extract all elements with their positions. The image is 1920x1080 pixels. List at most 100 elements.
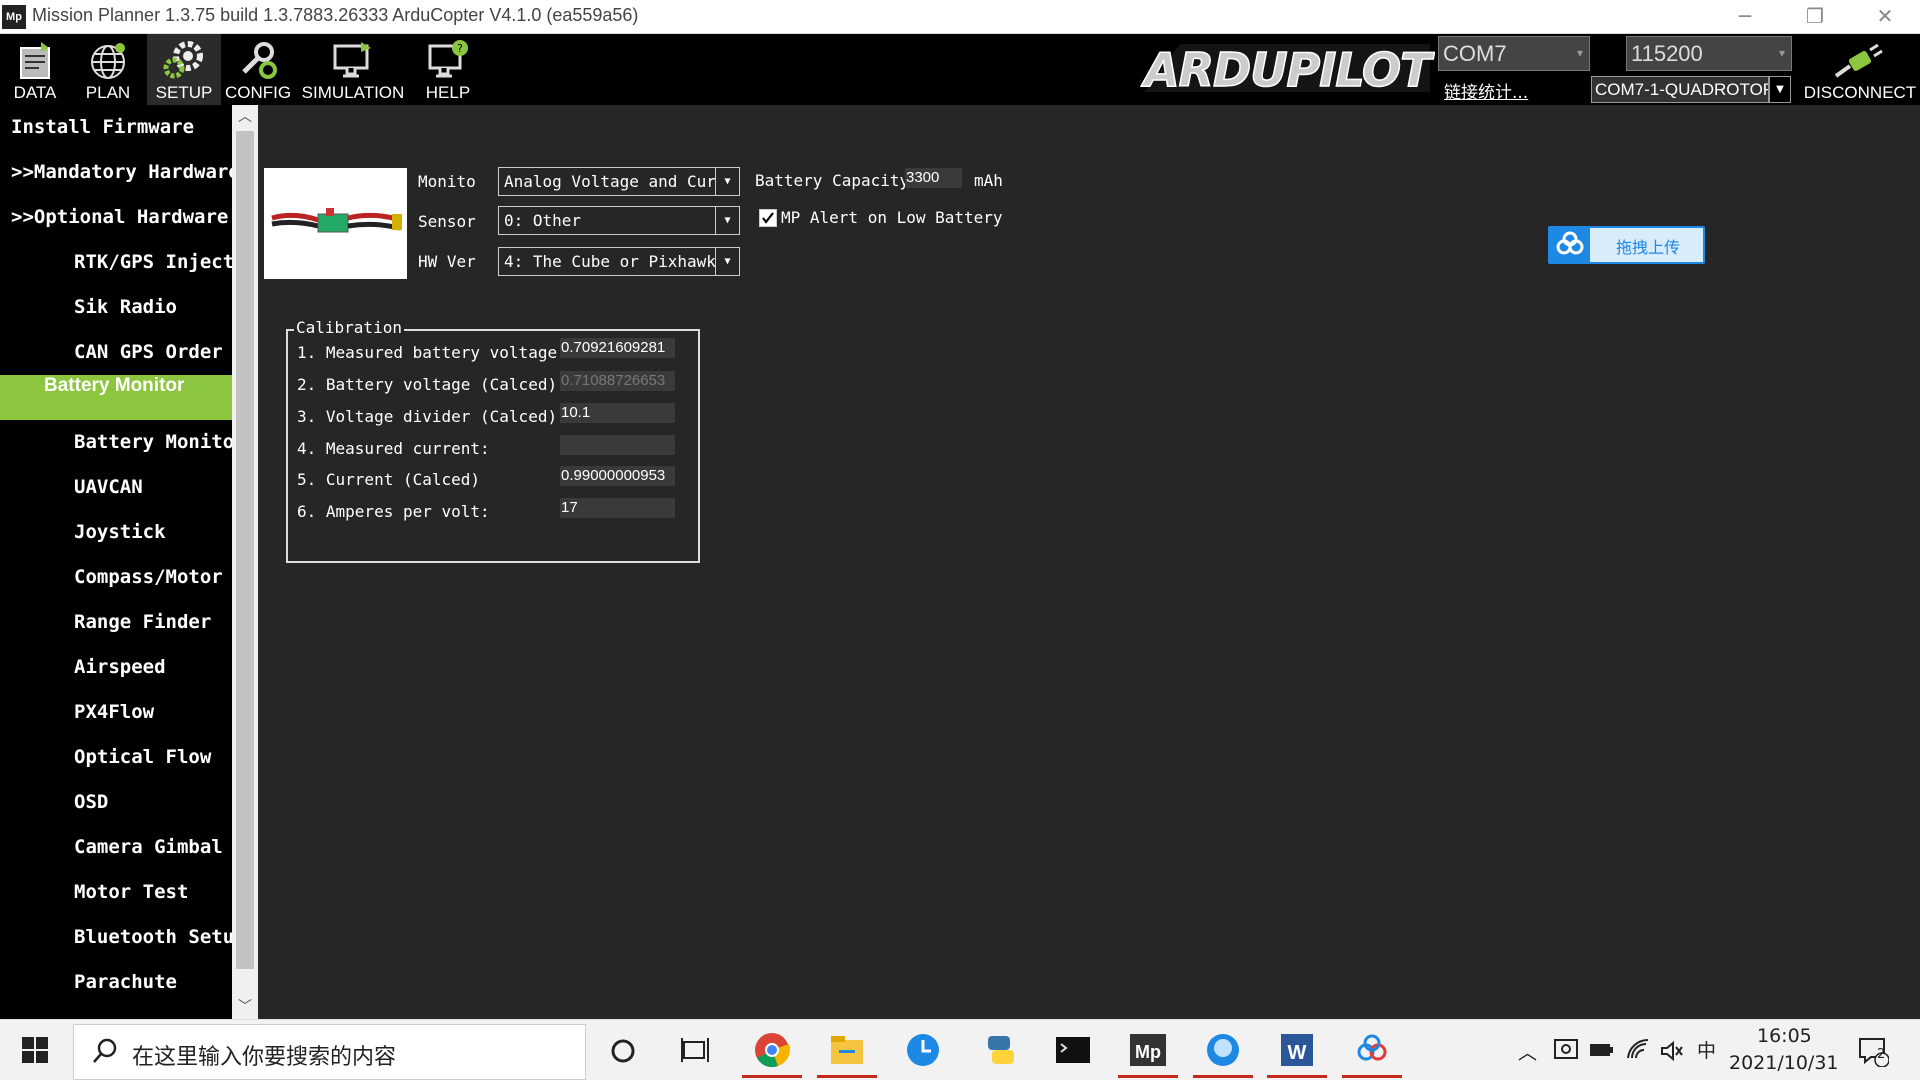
chevron-down-icon: ▼ <box>715 168 739 195</box>
toolbar-simulation[interactable]: SIMULATION <box>300 34 406 105</box>
voltage-divider-input[interactable]: 10.1 <box>560 403 675 423</box>
hw-ver-select[interactable]: 4: The Cube or Pixhawk ▼ <box>498 247 740 276</box>
scroll-up-icon[interactable]: ︿ <box>232 105 258 129</box>
sidebar-item-camera-gimbal[interactable]: Camera Gimbal <box>0 825 232 870</box>
terminal-icon[interactable] <box>1053 1030 1093 1070</box>
sidebar-item-joystick[interactable]: Joystick <box>0 510 232 555</box>
mission-planner-icon[interactable]: Mp <box>1128 1030 1168 1070</box>
current-calced-input[interactable]: 0.99000000953 <box>560 466 675 486</box>
battery-icon[interactable] <box>1589 1041 1615 1059</box>
word-icon[interactable]: W <box>1277 1030 1317 1070</box>
battery-monitor-image <box>264 168 407 279</box>
sidebar-item-px4flow[interactable]: PX4Flow <box>0 690 232 735</box>
show-hidden-icons[interactable]: ︿ <box>1518 1038 1537 1065</box>
chrome-icon[interactable] <box>752 1030 792 1070</box>
sidebar-item-mandatory-hardware[interactable]: >>Mandatory Hardware <box>0 150 232 195</box>
sidebar-item-optional-hardware[interactable]: >>Optional Hardware <box>0 195 232 240</box>
task-view-icon[interactable] <box>680 1036 710 1064</box>
upload-button[interactable]: 拖拽上传 <box>1548 226 1705 264</box>
sidebar-item-battery-monitor[interactable]: Battery Monitor <box>0 375 232 420</box>
sidebar-item-optical-flow[interactable]: Optical Flow <box>0 735 232 780</box>
amperes-per-volt-label: 6. Amperes per volt: <box>297 502 490 521</box>
measured-battery-voltage-input[interactable]: 0.70921609281 <box>560 338 675 358</box>
chat-app-icon[interactable] <box>1203 1030 1243 1070</box>
port-select[interactable]: COM7 ▾ <box>1438 36 1590 71</box>
toolbar-help[interactable]: ? HELP <box>414 34 482 105</box>
measured-current-input[interactable] <box>560 435 675 455</box>
app-running-indicator <box>742 1075 802 1078</box>
file-explorer-icon[interactable] <box>827 1030 867 1070</box>
calibration-title: Calibration <box>294 318 404 337</box>
volume-muted-icon[interactable] <box>1660 1040 1684 1062</box>
wifi-icon[interactable] <box>1626 1038 1650 1062</box>
sidebar-item-can-gps-order[interactable]: CAN GPS Order <box>0 330 232 375</box>
plan-globe-icon <box>91 43 125 79</box>
disconnect-button[interactable]: DISCONNECT <box>1800 34 1920 105</box>
sidebar-item-rtk-gps-inject[interactable]: RTK/GPS Inject <box>0 240 232 285</box>
toolbar-data[interactable]: DATA <box>0 34 70 105</box>
sidebar-item-uavcan[interactable]: UAVCAN <box>0 465 232 510</box>
clock-app-icon[interactable] <box>903 1030 943 1070</box>
sidebar-item-bluetooth-setup[interactable]: Bluetooth Setup <box>0 915 232 960</box>
amperes-per-volt-input[interactable]: 17 <box>560 498 675 518</box>
sensor-label: Sensor <box>418 212 476 231</box>
scroll-thumb[interactable] <box>236 131 254 969</box>
window-title: Mission Planner 1.3.75 build 1.3.7883.26… <box>32 5 639 25</box>
sensor-select[interactable]: 0: Other ▼ <box>498 206 740 235</box>
measured-current-label: 4. Measured current: <box>297 439 490 458</box>
help-icon: ? <box>428 40 468 78</box>
input-method-indicator[interactable]: 中 <box>1697 1036 1716 1063</box>
svg-text:ARDUPILOT: ARDUPILOT <box>1141 43 1435 96</box>
close-button[interactable]: ✕ <box>1850 0 1920 34</box>
battery-voltage-calced-label: 2. Battery voltage (Calced): <box>297 375 567 394</box>
low-battery-alert-label: MP Alert on Low Battery <box>781 208 1003 227</box>
clock-time[interactable]: 16:05 <box>1757 1025 1812 1047</box>
setup-gear-icon <box>163 41 203 79</box>
chevron-down-icon[interactable]: ▼ <box>1769 76 1791 103</box>
app-icon: Mp <box>2 5 26 29</box>
monitor-select[interactable]: Analog Voltage and Curr ▼ <box>498 167 740 196</box>
cortana-icon[interactable] <box>610 1038 636 1064</box>
vehicle-profile-select[interactable]: COM7-1-QUADROTOR <box>1591 76 1769 103</box>
hw-ver-label: HW Ver <box>418 252 476 271</box>
check-icon <box>762 212 774 224</box>
chevron-down-icon: ▾ <box>1778 46 1785 60</box>
minimize-button[interactable]: ─ <box>1710 0 1780 34</box>
sidebar-item-airspeed[interactable]: Airspeed <box>0 645 232 690</box>
network-drive-icon[interactable] <box>1553 1038 1579 1062</box>
link-stats-link[interactable]: 链接统计... <box>1444 78 1528 103</box>
sidebar-scrollbar[interactable]: ︿ ﹀ <box>232 105 258 1019</box>
clock-date[interactable]: 2021/10/31 <box>1729 1052 1839 1074</box>
scroll-down-icon[interactable]: ﹀ <box>232 995 258 1019</box>
windows-start-icon[interactable] <box>22 1037 48 1063</box>
sidebar-item-range-finder[interactable]: Range Finder <box>0 600 232 645</box>
cloud-upload-icon <box>1550 228 1590 262</box>
sidebar-item-compass-motor[interactable]: Compass/Motor Calib <box>0 555 232 600</box>
voltage-divider-label: 3. Voltage divider (Calced): <box>297 407 567 426</box>
restore-button[interactable]: ❐ <box>1780 0 1850 34</box>
upload-label: 拖拽上传 <box>1616 238 1681 257</box>
sidebar-item-parachute[interactable]: Parachute <box>0 960 232 1005</box>
toolbar-config[interactable]: CONFIG <box>223 34 293 105</box>
sidebar-item-sik-radio[interactable]: Sik Radio <box>0 285 232 330</box>
battery-capacity-input[interactable]: 3300 <box>905 168 962 188</box>
sidebar-item-osd[interactable]: OSD <box>0 780 232 825</box>
baud-select[interactable]: 115200 ▾ <box>1626 36 1792 71</box>
low-battery-alert-checkbox[interactable] <box>759 209 777 227</box>
sidebar-item-esp8266-setup[interactable]: ESP8266 Setup <box>0 1005 232 1019</box>
app-running-indicator <box>1342 1075 1402 1078</box>
sidebar-item-motor-test[interactable]: Motor Test <box>0 870 232 915</box>
sidebar-item-battery-monitor-2[interactable]: Battery Monitor 2 <box>0 420 232 465</box>
python-icon[interactable] <box>980 1030 1020 1070</box>
current-calced-label: 5. Current (Calced) <box>297 470 481 489</box>
chevron-down-icon: ▾ <box>1576 46 1583 60</box>
svg-text:?: ? <box>457 42 463 55</box>
chevron-down-icon: ▼ <box>715 248 739 275</box>
battery-voltage-calced-input: 0.71088726653 <box>560 371 675 391</box>
sidebar-item-install-firmware[interactable]: Install Firmware <box>0 105 232 150</box>
toolbar-setup[interactable]: SETUP <box>147 34 221 105</box>
simulation-icon <box>333 42 371 78</box>
baidu-netdisk-icon[interactable] <box>1352 1030 1392 1070</box>
search-icon <box>93 1038 117 1063</box>
toolbar-plan[interactable]: PLAN <box>73 34 143 105</box>
